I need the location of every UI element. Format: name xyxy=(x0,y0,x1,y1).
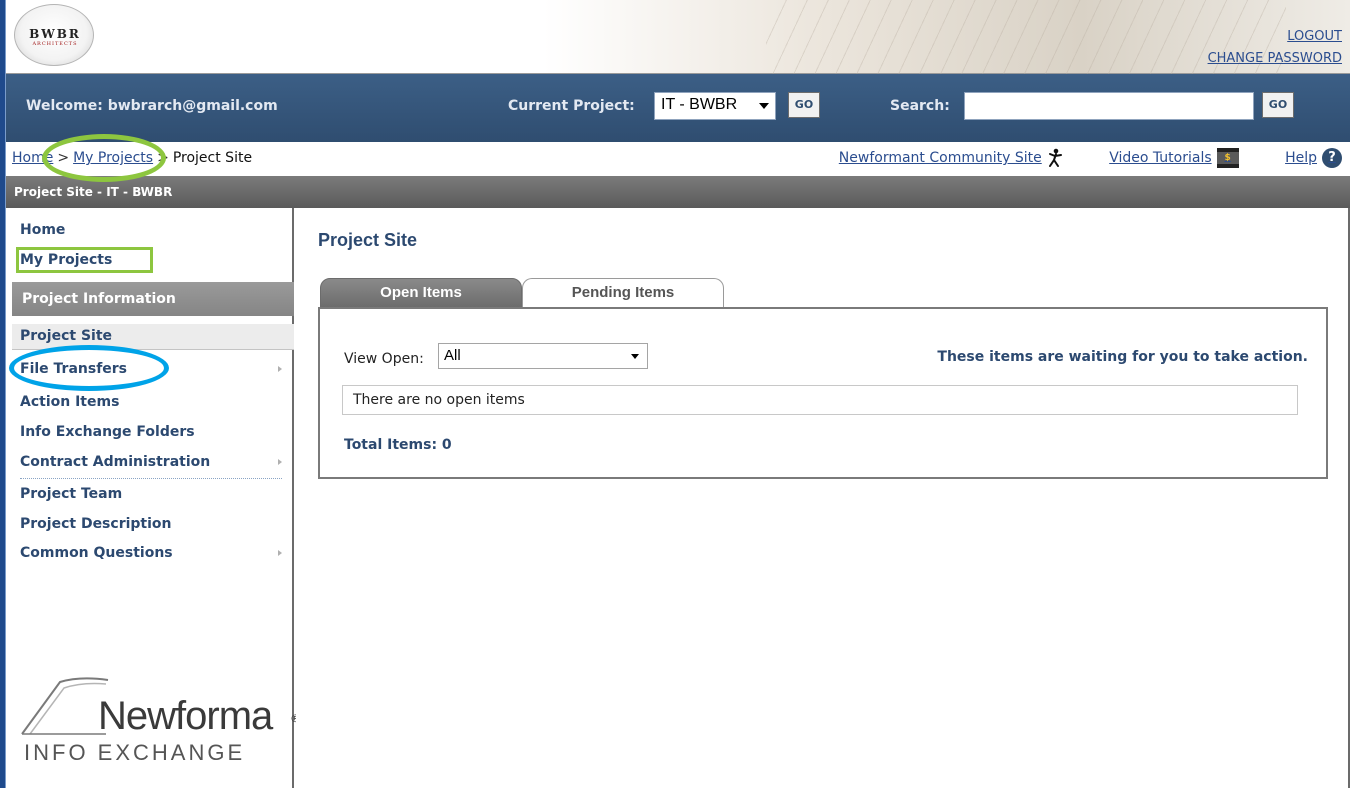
newforma-wordmark: Newforma xyxy=(98,694,273,738)
bwbr-logo-icon[interactable]: BWBR ARCHITECTS xyxy=(14,4,94,66)
total-items-count: Total Items: 0 xyxy=(344,437,452,453)
current-project-value: IT - BWBR xyxy=(661,96,738,113)
info-exchange-subtitle: INFO EXCHANGE xyxy=(24,740,246,765)
breadcrumb-row: Home > My Projects > Project Site Newformant… xyxy=(6,142,1350,176)
help-link[interactable]: Help ? xyxy=(1285,148,1342,168)
logout-link[interactable]: LOGOUT xyxy=(1208,26,1342,48)
help-icon: ? xyxy=(1322,148,1342,168)
chevron-right-icon xyxy=(278,459,282,465)
newforma-logo: Newforma ® INFO EXCHANGE xyxy=(20,668,301,768)
sidebar-divider xyxy=(20,478,282,479)
open-items-panel: View Open: All These items are waiting f… xyxy=(318,307,1328,479)
chevron-right-icon xyxy=(278,550,282,556)
logo-subtext: ARCHITECTS xyxy=(32,41,78,47)
highlight-file-transfers xyxy=(9,345,169,391)
change-password-link[interactable]: CHANGE PASSWORD xyxy=(1208,48,1342,70)
project-go-button[interactable]: GO xyxy=(788,92,820,118)
figure-icon xyxy=(1048,148,1062,167)
sidebar-item-info-exchange-folders[interactable]: Info Exchange Folders xyxy=(20,424,195,440)
view-open-value: All xyxy=(444,347,461,364)
chevron-down-icon xyxy=(759,103,769,109)
tab-pending-items[interactable]: Pending Items xyxy=(522,278,724,308)
sidebar-group-header: Project Information xyxy=(12,282,294,316)
sidebar-item-project-description[interactable]: Project Description xyxy=(20,516,172,532)
sidebar-item-action-items[interactable]: Action Items xyxy=(20,394,119,410)
community-site-link[interactable]: Newformant Community Site xyxy=(839,148,1063,168)
community-site-label: Newformant Community Site xyxy=(838,150,1042,166)
main-content: Project Site Open Items Pending Items Vi… xyxy=(296,208,1350,788)
top-banner: BWBR ARCHITECTS LOGOUT CHANGE PASSWORD xyxy=(6,0,1350,74)
current-project-label: Current Project: xyxy=(508,98,635,114)
sidebar-item-contract-administration[interactable]: Contract Administration xyxy=(20,454,210,470)
newforma-swoosh-icon xyxy=(21,677,109,735)
help-label: Help xyxy=(1285,150,1317,166)
sidebar-item-project-site[interactable]: Project Site xyxy=(20,328,112,344)
breadcrumb-current: Project Site xyxy=(172,150,253,166)
highlight-my-projects-sidebar xyxy=(16,247,153,273)
sidebar-item-common-questions[interactable]: Common Questions xyxy=(20,545,173,561)
view-open-label: View Open: xyxy=(344,351,424,367)
tab-open-items[interactable]: Open Items xyxy=(320,278,522,308)
empty-items-row: There are no open items xyxy=(342,385,1298,415)
project-toolbar: Welcome: bwbrarch@gmail.com Current Proj… xyxy=(6,74,1350,142)
view-open-select[interactable]: All xyxy=(438,343,648,369)
search-go-button[interactable]: GO xyxy=(1262,92,1294,118)
sidebar-item-project-team[interactable]: Project Team xyxy=(20,486,122,502)
chevron-right-icon xyxy=(278,366,282,372)
film-clapper-icon: $ xyxy=(1216,148,1239,168)
current-project-select[interactable]: IT - BWBR xyxy=(654,92,776,120)
chevron-down-icon xyxy=(631,354,639,359)
sidebar-item-home[interactable]: Home xyxy=(20,222,65,238)
search-label: Search: xyxy=(890,98,950,114)
utility-links: Newformant Community Site Video Tutorial… xyxy=(797,148,1342,168)
welcome-text: Welcome: bwbrarch@gmail.com xyxy=(26,98,278,114)
search-input[interactable] xyxy=(964,92,1254,120)
video-tutorials-label: Video Tutorials xyxy=(1109,150,1212,166)
waiting-message: These items are waiting for you to take … xyxy=(937,349,1308,365)
logo-text: BWBR xyxy=(29,27,81,41)
project-site-title-bar: Project Site - IT - BWBR xyxy=(6,176,1350,208)
sidebar: Home My Projects Project Information Pro… xyxy=(6,208,301,788)
account-links: LOGOUT CHANGE PASSWORD xyxy=(1208,26,1342,70)
page-title: Project Site xyxy=(318,230,418,250)
video-tutorials-link[interactable]: Video Tutorials $ xyxy=(1109,148,1239,168)
highlight-my-projects-breadcrumb xyxy=(42,134,166,182)
